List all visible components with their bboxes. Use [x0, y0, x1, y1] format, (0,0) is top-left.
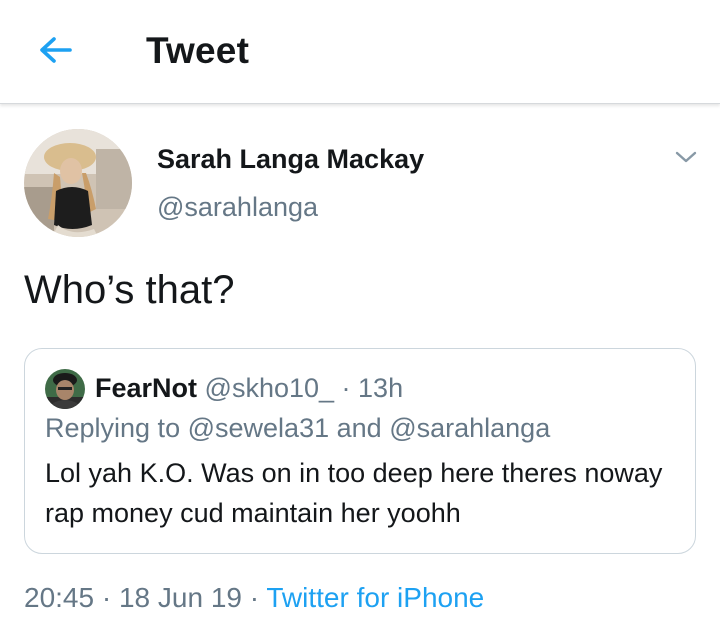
separator-dot: · — [249, 582, 260, 613]
reply-mention-2: @sarahlanga — [389, 413, 551, 443]
quoted-tweet-text: Lol yah K.O. Was on in too deep here the… — [45, 458, 663, 528]
tweet-date: 18 Jun 19 — [118, 582, 242, 613]
replying-to-line: Replying to @sewela31 and @sarahlanga — [45, 413, 550, 444]
quoted-tweet-time: · 13h — [341, 373, 404, 403]
chevron-down-icon — [675, 151, 697, 163]
quoted-tweet-card[interactable]: FearNot @skho10_ · 13h Replying to @sewe… — [24, 348, 696, 554]
quoted-author-handle: @skho10_ — [204, 373, 335, 403]
replying-to-label: Replying to — [45, 413, 181, 443]
separator-dot: · — [101, 582, 112, 613]
quoted-tweet-header: FearNot @skho10_ · 13h — [95, 373, 403, 404]
author-avatar[interactable] — [24, 129, 132, 237]
tweet-source-link[interactable]: Twitter for iPhone — [266, 582, 484, 613]
quoted-author-name: FearNot — [95, 373, 198, 403]
reply-mention-1: @sewela31 — [187, 413, 330, 443]
arrow-left-icon — [40, 37, 72, 63]
replying-to-and: and — [336, 413, 382, 443]
author-display-name[interactable]: Sarah Langa Mackay — [157, 144, 424, 175]
author-handle[interactable]: @sarahlanga — [157, 192, 318, 223]
page-title: Tweet — [146, 30, 250, 71]
tweet-menu-button[interactable] — [674, 148, 698, 166]
tweet-timestamp-line: 20:45 · 18 Jun 19 · Twitter for iPhone — [24, 582, 484, 614]
tweet-time: 20:45 — [24, 582, 95, 613]
tweet-text: Who’s that? — [24, 268, 235, 312]
top-app-bar: Tweet — [0, 0, 720, 104]
back-button[interactable] — [34, 30, 78, 70]
quoted-author-avatar — [45, 369, 85, 409]
